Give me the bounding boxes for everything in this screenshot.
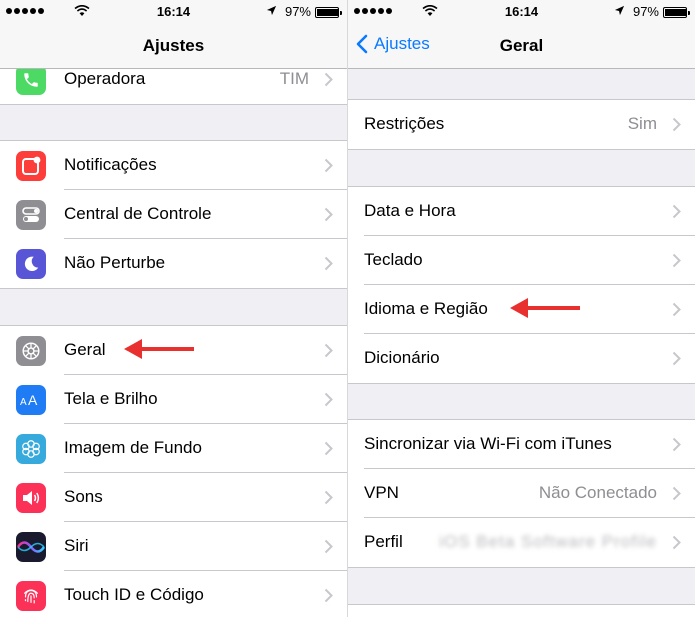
restrictions-group: Restrições Sim	[348, 99, 695, 150]
gear-icon	[16, 336, 46, 366]
control-center-icon	[16, 200, 46, 230]
moon-icon	[16, 249, 46, 279]
general-row-data-hora[interactable]: Data e Hora	[348, 187, 695, 236]
settings-row-label: Geral	[64, 340, 106, 359]
status-bar: 16:14 97%	[348, 0, 695, 24]
status-bar: 16:14 97%	[0, 0, 347, 24]
battery-icon	[315, 7, 342, 18]
general-row-label: Idioma e Região	[364, 299, 488, 318]
chevron-right-icon	[672, 253, 681, 268]
chevron-right-icon	[324, 207, 333, 222]
chevron-right-icon	[672, 437, 681, 452]
next-group	[348, 604, 695, 617]
general-row-sincronizar-itunes[interactable]: Sincronizar via Wi-Fi com iTunes	[348, 420, 695, 469]
carrier-value: TIM	[279, 69, 309, 88]
wallpaper-flower-icon	[16, 434, 46, 464]
general-row-teclado[interactable]: Teclado	[348, 236, 695, 285]
chevron-right-icon	[672, 117, 681, 132]
chevron-right-icon	[324, 490, 333, 505]
siri-icon	[16, 532, 46, 562]
settings-row-nao-perturbe[interactable]: Não Perturbe	[0, 239, 347, 288]
chevron-right-icon	[324, 343, 333, 358]
svg-text:A: A	[28, 393, 38, 407]
system-group: Notificações Central de Controle Não Per…	[0, 140, 347, 289]
navigation-bar: Ajustes	[0, 24, 347, 69]
general-row-label: VPN	[364, 483, 399, 502]
settings-row-label: Central de Controle	[64, 204, 212, 223]
profile-name-value: iOS Beta Software Profile	[439, 532, 657, 551]
settings-row-siri[interactable]: Siri	[0, 522, 347, 571]
annotation-arrow-geral	[124, 339, 194, 359]
chevron-right-icon	[324, 441, 333, 456]
page-title: Ajustes	[142, 36, 205, 55]
settings-row-label: Não Perturbe	[64, 253, 166, 272]
speaker-icon	[16, 483, 46, 513]
settings-row-label: Tela e Brilho	[64, 389, 158, 408]
general-row-label: Dicionário	[364, 348, 440, 367]
battery-percent: 97%	[284, 4, 311, 19]
general-row-vpn[interactable]: VPN Não Conectado	[348, 469, 695, 518]
page-title: Geral	[499, 36, 544, 55]
chevron-right-icon	[672, 486, 681, 501]
chevron-right-icon	[324, 72, 333, 87]
sync-group: Sincronizar via Wi-Fi com iTunes VPN Não…	[348, 419, 695, 568]
restrictions-value: Sim	[627, 114, 657, 133]
fingerprint-icon	[16, 581, 46, 611]
general-row-label: Data e Hora	[364, 201, 456, 220]
settings-row-label: Siri	[64, 536, 89, 555]
settings-row-touch-id[interactable]: Touch ID e Código	[0, 571, 347, 617]
settings-row-sons[interactable]: Sons	[0, 473, 347, 522]
locale-group: Data e Hora Teclado Idioma e Região Dici…	[348, 186, 695, 384]
chevron-right-icon	[672, 302, 681, 317]
settings-row-central-controle[interactable]: Central de Controle	[0, 190, 347, 239]
phone-icon	[16, 65, 46, 95]
location-arrow-icon	[266, 5, 277, 16]
settings-row-label: Imagem de Fundo	[64, 438, 202, 457]
settings-row-label: Operadora	[64, 69, 146, 88]
settings-row-tela-brilho[interactable]: AA Tela e Brilho	[0, 375, 347, 424]
settings-row-label: Touch ID e Código	[64, 585, 204, 604]
general-row-restricoes[interactable]: Restrições Sim	[348, 100, 695, 149]
general-row-label: Teclado	[364, 250, 423, 269]
general-row-dicionario[interactable]: Dicionário	[348, 334, 695, 383]
location-arrow-icon	[614, 5, 625, 16]
settings-row-label: Notificações	[64, 155, 157, 174]
annotation-arrow-idioma	[510, 298, 580, 318]
notifications-icon	[16, 151, 46, 181]
display-aa-icon: AA	[16, 385, 46, 415]
chevron-right-icon	[324, 158, 333, 173]
chevron-right-icon	[324, 392, 333, 407]
settings-row-imagem-fundo[interactable]: Imagem de Fundo	[0, 424, 347, 473]
general-row-label: Perfil	[364, 532, 403, 551]
navigation-bar: Ajustes Geral	[348, 24, 695, 69]
general-screen: Restrições Sim Data e Hora Teclado Idiom…	[348, 0, 695, 617]
settings-row-notificacoes[interactable]: Notificações	[0, 141, 347, 190]
chevron-right-icon	[324, 588, 333, 603]
settings-row-label: Sons	[64, 487, 103, 506]
general-row-label: Restrições	[364, 114, 445, 133]
general-group: Geral AA Tela e Brilho Imagem de Fundo S…	[0, 325, 347, 617]
general-row-label: Sincronizar via Wi-Fi com iTunes	[364, 434, 612, 453]
svg-text:A: A	[20, 397, 27, 407]
settings-screen: Operadora TIM Notificações Central de Co…	[0, 0, 347, 617]
battery-percent: 97%	[632, 4, 659, 19]
chevron-right-icon	[324, 539, 333, 554]
battery-icon	[663, 7, 690, 18]
chevron-right-icon	[672, 535, 681, 550]
vpn-status-value: Não Conectado	[538, 483, 657, 502]
general-row-perfil[interactable]: Perfil iOS Beta Software Profile	[348, 518, 695, 567]
chevron-right-icon	[324, 256, 333, 271]
chevron-right-icon	[672, 204, 681, 219]
chevron-right-icon	[672, 351, 681, 366]
